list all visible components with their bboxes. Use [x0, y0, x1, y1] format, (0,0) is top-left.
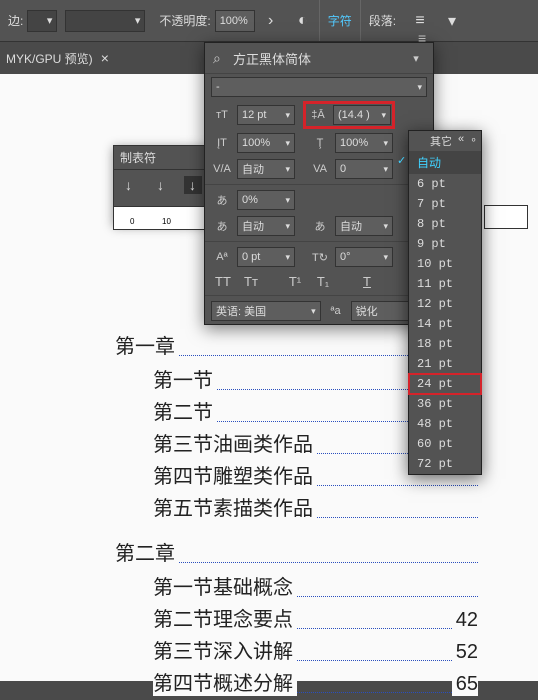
- globe-icon[interactable]: ◐: [289, 7, 317, 35]
- leading-option-auto[interactable]: 自动: [409, 151, 481, 174]
- chapter: 第二章: [115, 537, 478, 566]
- text-style-row: TT Tᴛ T¹ T₁ T: [205, 270, 433, 293]
- section: 第一节基础概念: [153, 572, 478, 600]
- ruler[interactable]: 0 10: [113, 206, 208, 230]
- rotate-icon: T↻: [309, 251, 331, 264]
- font-size-icon: тT: [211, 109, 233, 121]
- leading-option[interactable]: 24 pt: [409, 374, 481, 394]
- leading-option[interactable]: 18 pt: [409, 334, 481, 354]
- leading-option[interactable]: 36 pt: [409, 394, 481, 414]
- superscript-button[interactable]: T¹: [285, 274, 305, 289]
- underline-button[interactable]: T: [357, 274, 377, 289]
- doc-tab-label[interactable]: MYK/GPU 预览): [6, 50, 93, 67]
- tsume-field[interactable]: 0%▾: [237, 190, 295, 210]
- leading-option[interactable]: 12 pt: [409, 294, 481, 314]
- leading-option[interactable]: 14 pt: [409, 314, 481, 334]
- leading-option[interactable]: 6 pt: [409, 174, 481, 194]
- font-style-field[interactable]: -▾: [211, 77, 427, 97]
- aki-icon: あ: [211, 218, 233, 234]
- tab-right-arrow-icon[interactable]: ↓: [184, 176, 202, 194]
- language-field[interactable]: 英语: 美国▾: [211, 301, 321, 321]
- character-panel: 方正黑体简体 ▾ -▾ тT 12 pt▾ ‡Ā (14.4 )▾ ĮT 100…: [204, 42, 434, 325]
- stroke-label: 边:: [8, 12, 23, 29]
- opacity-label: 不透明度:: [159, 12, 210, 29]
- top-toolbar: 边: ▾ ▾ 不透明度: 100% › ◐ 字符 段落: ≡ ▾: [0, 0, 538, 42]
- leading-option[interactable]: 10 pt: [409, 254, 481, 274]
- chapter-label: 第二章: [115, 543, 179, 565]
- leading-icon: ‡Ā: [307, 109, 329, 121]
- font-size-field[interactable]: 12 pt▾: [237, 105, 295, 125]
- font-family-field[interactable]: 方正黑体简体: [211, 47, 401, 69]
- tab-center-arrow-icon[interactable]: ↓: [152, 176, 170, 194]
- ruler-right[interactable]: [484, 205, 528, 229]
- allcaps-button[interactable]: TT: [213, 274, 233, 289]
- leading-option[interactable]: 8 pt: [409, 214, 481, 234]
- close-icon[interactable]: ×: [101, 50, 109, 66]
- subscript-button[interactable]: T₁: [313, 274, 333, 289]
- leading-option[interactable]: 60 pt: [409, 434, 481, 454]
- leading-option[interactable]: 11 pt: [409, 274, 481, 294]
- baseline-field[interactable]: 0 pt▾: [237, 247, 295, 267]
- tabs-panel-title: 制表符: [114, 146, 207, 170]
- section: 第五节素描类作品: [153, 493, 478, 521]
- section: 第四节概述分解65: [153, 668, 478, 696]
- hscale-field[interactable]: 100%▾: [237, 133, 295, 153]
- leading-option[interactable]: 72 pt: [409, 454, 481, 474]
- hscale-icon: ĮT: [211, 137, 233, 149]
- opacity-field[interactable]: 100%: [215, 10, 255, 32]
- chapter-label: 第一章: [115, 336, 179, 358]
- popup-close-icon[interactable]: ∘: [470, 133, 477, 149]
- popup-minimize-icon[interactable]: «: [458, 133, 464, 149]
- kerning-field[interactable]: 自动▾: [237, 159, 295, 179]
- chevron-down-icon[interactable]: ▾: [405, 52, 427, 65]
- leading-popup: 其它«∘ 自动 6 pt7 pt8 pt9 pt10 pt11 pt12 pt1…: [408, 130, 482, 475]
- section: 第二节理念要点42: [153, 604, 478, 632]
- rotate-field[interactable]: 0°▾: [335, 247, 393, 267]
- leading-field[interactable]: (14.4 )▾: [333, 105, 391, 125]
- popup-header[interactable]: 其它: [430, 133, 452, 149]
- section: 第三节深入讲解52: [153, 636, 478, 664]
- vscale-icon: Ţ: [309, 137, 331, 149]
- aki-left-field[interactable]: 自动▾: [237, 216, 295, 236]
- leading-option[interactable]: 9 pt: [409, 234, 481, 254]
- tsume-icon: あ: [211, 192, 233, 208]
- smallcaps-button[interactable]: Tᴛ: [241, 274, 261, 289]
- aa-icon: ªa: [325, 305, 347, 317]
- tracking-field[interactable]: 0▾: [335, 159, 393, 179]
- tab-character[interactable]: 字符: [319, 0, 361, 41]
- leading-option[interactable]: 21 pt: [409, 354, 481, 374]
- stroke-dropdown[interactable]: ▾: [27, 10, 57, 32]
- aki-right-field[interactable]: 自动▾: [335, 216, 393, 236]
- tracking-icon: VA: [309, 163, 331, 175]
- tab-paragraph[interactable]: 段落:: [361, 0, 404, 41]
- kerning-icon: V/A: [211, 163, 233, 175]
- brush-dropdown[interactable]: ▾: [65, 10, 145, 32]
- more-icon[interactable]: ▾: [438, 7, 466, 35]
- vscale-field[interactable]: 100%▾: [335, 133, 393, 153]
- aki2-icon: あ: [309, 218, 331, 234]
- baseline-icon: Aª: [211, 251, 233, 263]
- tab-left-arrow-icon[interactable]: ↓: [120, 176, 138, 194]
- opacity-arrow-icon[interactable]: ›: [257, 7, 285, 35]
- leading-option[interactable]: 7 pt: [409, 194, 481, 214]
- leading-option[interactable]: 48 pt: [409, 414, 481, 434]
